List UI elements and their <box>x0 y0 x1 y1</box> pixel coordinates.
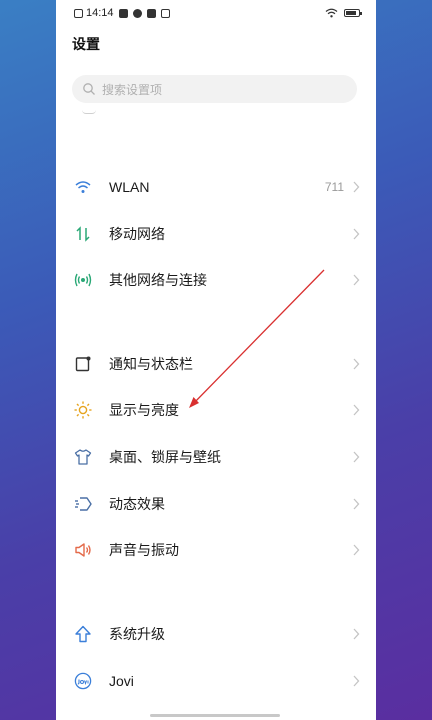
chevron-right-icon <box>353 451 360 463</box>
sound-icon <box>75 543 91 557</box>
status-bar: 14:14 <box>56 0 376 26</box>
home-indicator[interactable] <box>150 714 280 717</box>
network-connections-icon <box>74 273 92 287</box>
chevron-right-icon <box>353 228 360 240</box>
jovi-icon <box>74 672 92 690</box>
setting-item-jovi[interactable]: Jovi <box>56 659 376 703</box>
setting-label: 通知与状态栏 <box>109 356 193 372</box>
battery-icon <box>344 9 362 17</box>
chevron-right-icon <box>353 181 360 193</box>
app-notification-icon <box>160 8 170 18</box>
setting-item-other-networks[interactable]: 其他网络与连接 <box>56 258 376 302</box>
setting-item-display-brightness[interactable]: 显示与亮度 <box>56 388 376 432</box>
chevron-right-icon <box>353 358 360 370</box>
chevron-right-icon <box>353 274 360 286</box>
setting-item-wallpaper[interactable]: 桌面、锁屏与壁纸 <box>56 435 376 479</box>
setting-label: 桌面、锁屏与壁纸 <box>109 449 221 465</box>
wifi-signal-icon <box>325 8 338 18</box>
setting-label: 系统升级 <box>109 626 165 642</box>
chevron-right-icon <box>353 675 360 687</box>
setting-label: Jovi <box>109 673 134 689</box>
brightness-icon <box>74 401 92 419</box>
search-field[interactable]: 搜索设置项 <box>72 75 357 103</box>
search-icon <box>83 83 95 95</box>
motion-effects-icon <box>75 497 92 511</box>
mobile-data-icon <box>76 226 90 242</box>
setting-label: 其他网络与连接 <box>109 272 207 288</box>
scroll-indicator <box>82 110 96 114</box>
setting-item-notifications[interactable]: 通知与状态栏 <box>56 342 376 386</box>
setting-item-wlan[interactable]: WLAN 711 <box>56 165 376 209</box>
app-notification-icon <box>132 8 142 18</box>
wifi-network-name: 711 <box>324 180 344 194</box>
setting-item-motion-effects[interactable]: 动态效果 <box>56 482 376 526</box>
settings-screen: 14:14 设置 搜索设置项 WLAN 711 移动网络 其他网络与连接 通知与… <box>56 0 376 720</box>
setting-item-system-update[interactable]: 系统升级 <box>56 612 376 656</box>
setting-label: 显示与亮度 <box>109 402 179 418</box>
wifi-icon <box>75 181 91 193</box>
chevron-right-icon <box>353 628 360 640</box>
status-time: 14:14 <box>86 7 114 19</box>
mail-icon <box>146 8 156 18</box>
system-update-icon <box>75 625 91 643</box>
search-placeholder: 搜索设置项 <box>102 82 163 97</box>
page-title: 设置 <box>72 36 100 52</box>
setting-label: 移动网络 <box>109 226 165 242</box>
setting-label: 声音与振动 <box>109 542 179 558</box>
setting-item-mobile-network[interactable]: 移动网络 <box>56 212 376 256</box>
sim-icon <box>74 8 83 18</box>
wallpaper-icon <box>74 449 92 465</box>
screen: { "status_bar": { "time": "14:14" }, "ti… <box>0 0 432 720</box>
chevron-right-icon <box>353 544 360 556</box>
chevron-right-icon <box>353 498 360 510</box>
setting-item-sound-vibration[interactable]: 声音与振动 <box>56 528 376 572</box>
notification-icon <box>75 356 91 372</box>
setting-label: 动态效果 <box>109 496 165 512</box>
app-notification-icon <box>118 8 128 18</box>
setting-label: WLAN <box>109 179 150 195</box>
chevron-right-icon <box>353 404 360 416</box>
